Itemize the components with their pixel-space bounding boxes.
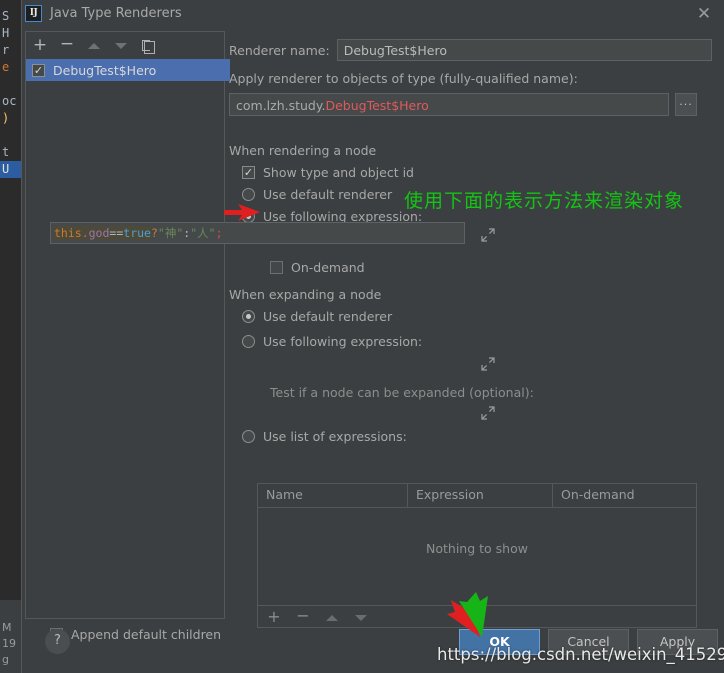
copy-icon[interactable] bbox=[140, 38, 156, 54]
list-item-label: DebugTest$Hero bbox=[53, 62, 157, 78]
rendering-section-title: When rendering a node bbox=[229, 143, 377, 158]
on-demand-checkbox-row[interactable]: On-demand bbox=[270, 260, 365, 275]
arrow-down-icon[interactable] bbox=[353, 610, 369, 626]
show-type-checkbox-row[interactable]: ✓ Show type and object id bbox=[242, 165, 414, 180]
code-fragment: H bbox=[2, 26, 10, 40]
expanding-section-title: When expanding a node bbox=[229, 287, 382, 302]
use-list-of-expressions-label: Use list of expressions: bbox=[263, 429, 407, 444]
bg-text-fragment: M bbox=[2, 621, 12, 634]
show-type-checkbox[interactable]: ✓ bbox=[242, 166, 255, 179]
list-item-checkbox[interactable]: ✓ bbox=[32, 63, 45, 77]
table-body: Nothing to show bbox=[258, 508, 696, 605]
expand-expanding-expression-icon[interactable] bbox=[481, 357, 495, 371]
use-list-of-expressions-radio[interactable] bbox=[242, 430, 255, 443]
editor-left-sliver: S H r e oc ) t U bbox=[0, 0, 22, 600]
browse-type-button[interactable]: ... bbox=[675, 93, 697, 116]
code-fragment bbox=[0, 127, 22, 144]
code-fragment: e bbox=[2, 60, 10, 74]
expression-selected-part: this.god==true bbox=[54, 226, 151, 240]
intellij-idea-icon: IJ bbox=[25, 5, 42, 22]
arrow-up-icon[interactable] bbox=[86, 38, 102, 54]
close-icon[interactable]: ✕ bbox=[694, 5, 714, 25]
plus-icon[interactable]: + bbox=[32, 36, 48, 54]
expand-use-default-radio-row[interactable]: Use default renderer bbox=[242, 309, 392, 324]
on-demand-label: On-demand bbox=[291, 260, 365, 275]
column-header-expression[interactable]: Expression bbox=[408, 484, 553, 507]
code-fragment: t bbox=[2, 145, 10, 159]
expressions-table: Name Expression On-demand Nothing to sho… bbox=[257, 483, 697, 628]
tool-window-left-sliver: M 19 g e 0 2 bbox=[0, 600, 22, 673]
watermark-url: https://blog.csdn.net/weixin_41529708 bbox=[437, 645, 724, 664]
list-item[interactable]: ✓ DebugTest$Hero bbox=[26, 59, 230, 81]
arrow-up-icon[interactable] bbox=[324, 610, 340, 626]
code-fragment: S bbox=[2, 9, 10, 23]
bg-text-fragment: g bbox=[2, 653, 9, 666]
minus-icon[interactable]: − bbox=[59, 35, 75, 54]
table-header-row: Name Expression On-demand bbox=[258, 484, 696, 508]
help-button[interactable]: ? bbox=[45, 629, 70, 654]
code-fragment: ) bbox=[2, 111, 10, 125]
show-type-label: Show type and object id bbox=[263, 165, 414, 180]
expand-test-expression-icon[interactable] bbox=[481, 406, 495, 420]
append-default-children-row[interactable]: Append default children bbox=[50, 627, 221, 642]
plus-icon[interactable]: + bbox=[266, 608, 282, 626]
renderer-name-row: Renderer name: DebugTest$Hero bbox=[229, 39, 712, 61]
expand-use-expression-radio-row[interactable]: Use following expression: bbox=[242, 334, 422, 349]
java-type-renderers-dialog: IJ Java Type Renderers ✕ + − ✓ DebugTest… bbox=[22, 0, 724, 673]
dialog-titlebar: IJ Java Type Renderers ✕ bbox=[22, 0, 724, 30]
column-header-name[interactable]: Name bbox=[258, 484, 408, 507]
code-fragment-highlighted: U bbox=[0, 161, 22, 178]
code-fragment: r bbox=[2, 43, 10, 57]
type-class: DebugTest$Hero bbox=[325, 98, 429, 113]
arrow-down-icon[interactable] bbox=[113, 38, 129, 54]
table-toolbar: + − bbox=[258, 605, 696, 629]
expand-use-expression-radio[interactable] bbox=[242, 335, 255, 348]
expand-use-default-radio[interactable] bbox=[242, 310, 255, 323]
test-expand-label: Test if a node can be expanded (optional… bbox=[270, 385, 534, 400]
append-default-children-label: Append default children bbox=[71, 627, 222, 642]
code-fragment bbox=[0, 76, 22, 93]
renderer-settings-form: Renderer name: DebugTest$Hero Apply rend… bbox=[229, 31, 721, 628]
type-package: com.lzh.study. bbox=[236, 98, 326, 113]
annotation-chinese-note: 使用下面的表示方法来渲染对象 bbox=[404, 190, 685, 212]
column-header-on-demand[interactable]: On-demand bbox=[553, 484, 696, 507]
renderers-list-toolbar: + − bbox=[26, 32, 230, 59]
render-expression-input[interactable]: this.god==true?"神":"人"; bbox=[50, 222, 465, 244]
type-input[interactable]: com.lzh.study.DebugTest$Hero bbox=[229, 93, 669, 116]
dialog-title: Java Type Renderers bbox=[50, 6, 182, 21]
render-use-default-label: Use default renderer bbox=[263, 187, 393, 202]
apply-type-label: Apply renderer to objects of type (fully… bbox=[229, 71, 578, 86]
renderer-name-label: Renderer name: bbox=[229, 42, 330, 58]
render-use-default-radio[interactable] bbox=[242, 188, 255, 201]
bg-text-fragment: e bbox=[0, 668, 22, 673]
on-demand-checkbox[interactable] bbox=[270, 261, 283, 274]
bg-text-fragment: 19 bbox=[2, 637, 16, 650]
minus-icon[interactable]: − bbox=[295, 607, 311, 626]
render-use-default-radio-row[interactable]: Use default renderer bbox=[242, 187, 392, 202]
code-fragment: oc bbox=[2, 94, 17, 108]
empty-state-text: Nothing to show bbox=[426, 541, 528, 556]
expand-editor-icon[interactable] bbox=[481, 228, 495, 242]
expand-use-default-label: Use default renderer bbox=[263, 309, 393, 324]
type-row: com.lzh.study.DebugTest$Hero ... bbox=[229, 93, 697, 116]
renderer-name-input[interactable]: DebugTest$Hero bbox=[336, 39, 712, 61]
expand-use-expression-label: Use following expression: bbox=[263, 334, 423, 349]
renderers-list-panel: + − ✓ DebugTest$Hero bbox=[25, 31, 230, 619]
use-list-of-expressions-radio-row[interactable]: Use list of expressions: bbox=[242, 429, 407, 444]
